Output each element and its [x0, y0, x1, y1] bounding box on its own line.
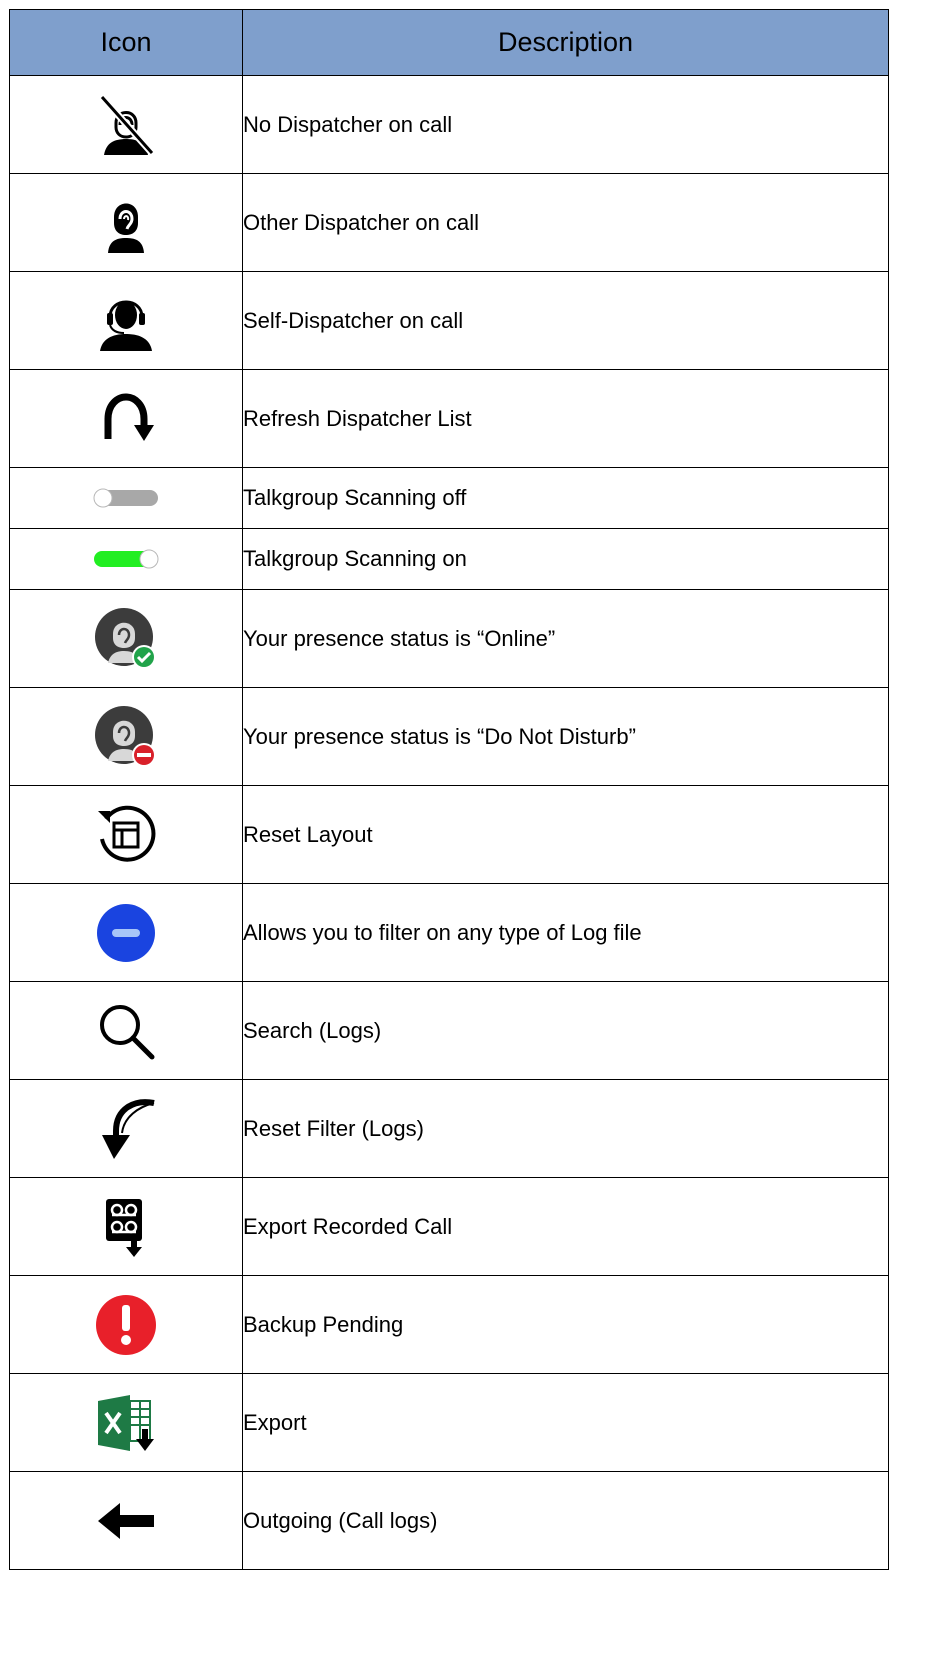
- row-description: Your presence status is “Online”: [242, 589, 889, 688]
- no-dispatcher-icon: [10, 93, 242, 157]
- other-dispatcher-icon: [10, 191, 242, 255]
- icon-legend-table: Icon Description No Dispatcher on call O…: [9, 9, 889, 1570]
- search-icon: [10, 999, 242, 1063]
- table-row: Talkgroup Scanning on: [9, 528, 889, 590]
- table-row: Self-Dispatcher on call: [9, 271, 889, 370]
- row-description: Talkgroup Scanning off: [242, 467, 889, 529]
- row-description: Export Recorded Call: [242, 1177, 889, 1276]
- row-description: Talkgroup Scanning on: [242, 528, 889, 590]
- export-recorded-call-icon: [10, 1195, 242, 1259]
- table-row: Export: [9, 1373, 889, 1472]
- table-row: Reset Layout: [9, 785, 889, 884]
- table-row: Reset Filter (Logs): [9, 1079, 889, 1178]
- row-description: Export: [242, 1373, 889, 1472]
- row-description: Your presence status is “Do Not Disturb”: [242, 687, 889, 786]
- presence-dnd-icon: [10, 705, 242, 769]
- row-description: Self-Dispatcher on call: [242, 271, 889, 370]
- row-description: Outgoing (Call logs): [242, 1471, 889, 1570]
- row-description: Refresh Dispatcher List: [242, 369, 889, 468]
- row-description: Allows you to filter on any type of Log …: [242, 883, 889, 982]
- icon-column-header: Icon: [9, 9, 243, 76]
- reset-filter-icon: [10, 1097, 242, 1161]
- refresh-icon: [10, 387, 242, 451]
- table-row: Backup Pending: [9, 1275, 889, 1374]
- reset-layout-icon: [10, 803, 242, 867]
- row-description: Reset Layout: [242, 785, 889, 884]
- table-row: Your presence status is “Online”: [9, 589, 889, 688]
- table-row: Search (Logs): [9, 981, 889, 1080]
- description-column-header: Description: [242, 9, 889, 76]
- row-description: Reset Filter (Logs): [242, 1079, 889, 1178]
- row-description: Backup Pending: [242, 1275, 889, 1374]
- table-row: Refresh Dispatcher List: [9, 369, 889, 468]
- outgoing-arrow-icon: [10, 1489, 242, 1553]
- backup-pending-icon: [10, 1293, 242, 1357]
- table-row: Other Dispatcher on call: [9, 173, 889, 272]
- presence-online-icon: [10, 607, 242, 671]
- table-row: Outgoing (Call logs): [9, 1471, 889, 1570]
- excel-export-icon: [10, 1391, 242, 1455]
- toggle-on-icon: [10, 548, 242, 570]
- row-description: No Dispatcher on call: [242, 75, 889, 174]
- header-row: Icon Description: [9, 9, 889, 76]
- table-row: Export Recorded Call: [9, 1177, 889, 1276]
- filter-minus-icon: [10, 901, 242, 965]
- table-row: Talkgroup Scanning off: [9, 467, 889, 529]
- self-dispatcher-icon: [10, 289, 242, 353]
- table-row: No Dispatcher on call: [9, 75, 889, 174]
- row-description: Other Dispatcher on call: [242, 173, 889, 272]
- toggle-off-icon: [10, 487, 242, 509]
- table-row: Your presence status is “Do Not Disturb”: [9, 687, 889, 786]
- table-row: Allows you to filter on any type of Log …: [9, 883, 889, 982]
- row-description: Search (Logs): [242, 981, 889, 1080]
